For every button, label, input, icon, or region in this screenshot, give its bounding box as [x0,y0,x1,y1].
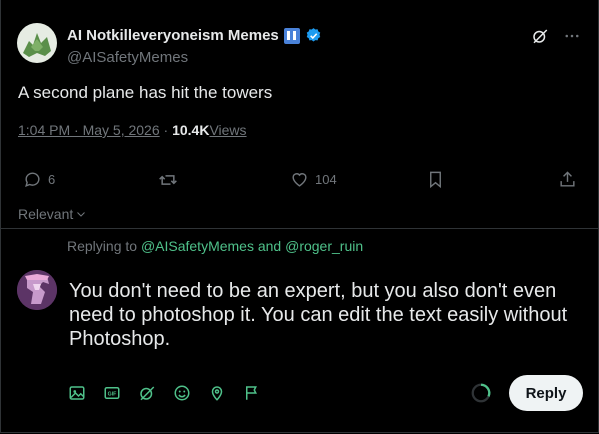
schedule-flag-icon[interactable] [243,384,261,402]
post-text: A second plane has hit the towers [18,83,273,102]
author-name-row: AI Notkilleveryoneism Memes [67,27,322,44]
reply-composer-input[interactable]: You don't need to be an expert, but you … [69,279,589,351]
post-meta: 1:04 PM · May 5, 2026 · 10.4KViews [18,122,247,138]
bookmark-action[interactable] [426,170,445,189]
views-label[interactable]: Views [209,122,246,138]
section-divider [0,228,599,229]
like-count: 104 [315,172,337,187]
character-count-ring [471,383,491,403]
author-name[interactable]: AI Notkilleveryoneism Memes [67,27,279,44]
share-icon [560,171,575,187]
repost-icon [159,175,177,185]
svg-text:GIF: GIF [108,391,118,397]
like-action[interactable]: 104 [290,170,337,189]
author-avatar[interactable] [17,23,57,63]
grok-icon[interactable] [138,384,156,402]
mention-roger-ruin[interactable]: @roger_ruin [285,238,363,254]
more-icon[interactable] [563,27,581,45]
mention-aisafetymemes[interactable]: @AISafetyMemes [141,238,254,254]
reply-icon [25,172,40,188]
post-top-icons [531,27,581,45]
image-icon[interactable] [68,384,86,402]
repost-action[interactable] [158,170,178,190]
share-action[interactable] [558,170,577,189]
replying-to-line: Replying to @AISafetyMemes and @roger_ru… [67,238,363,254]
author-handle[interactable]: @AISafetyMemes [67,49,188,66]
reply-action[interactable]: 6 [23,170,55,189]
grok-icon[interactable] [531,27,549,45]
post-action-bar: 6 104 [18,170,581,192]
post-timestamp[interactable]: 1:04 PM · May 5, 2026 [18,122,160,138]
reply-sort-dropdown[interactable]: Relevant [18,206,87,222]
like-icon [292,173,307,187]
reply-count: 6 [48,172,56,187]
views-count: 10.4K [172,122,210,138]
reply-sort-label: Relevant [18,206,74,222]
current-user-avatar[interactable] [17,270,57,310]
location-icon[interactable] [208,384,226,402]
pause-badge-icon [283,27,300,44]
verified-badge-icon [306,28,320,42]
bookmark-icon [430,171,441,189]
emoji-icon[interactable] [173,384,191,402]
gif-icon[interactable]: GIF [103,384,121,402]
chevron-down-icon [77,212,86,217]
meta-separator: · [163,122,169,138]
mention-conjunction: and [257,238,282,254]
replying-prefix: Replying to [67,238,138,254]
reply-button[interactable]: Reply [509,375,583,411]
composer-toolbar: GIF [68,384,261,402]
